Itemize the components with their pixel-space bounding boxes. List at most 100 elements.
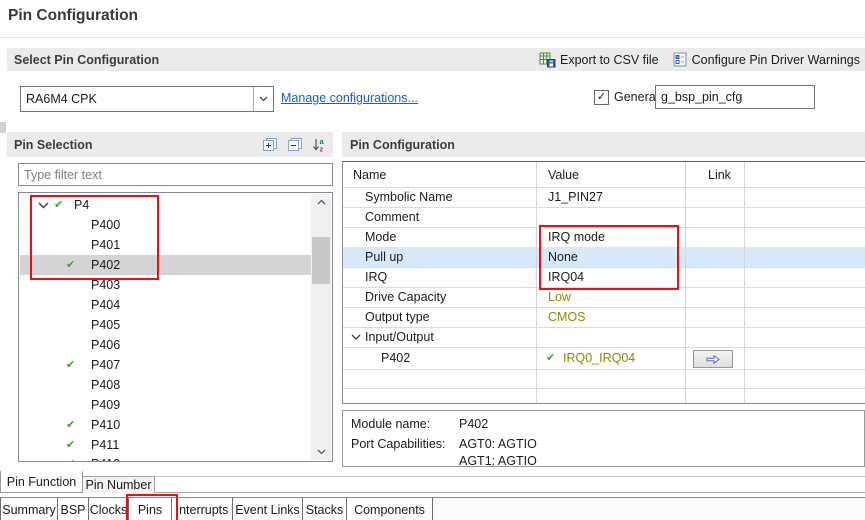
- tab-pins[interactable]: Pins: [129, 498, 172, 520]
- tree-item-p410[interactable]: ✔ P410: [20, 415, 311, 435]
- chevron-down-icon: [253, 87, 273, 111]
- tab-components[interactable]: Components: [347, 498, 433, 520]
- tree-item-label: P404: [91, 298, 120, 312]
- tab-stacks[interactable]: Stacks: [303, 498, 347, 520]
- check-icon: ✔: [66, 440, 91, 451]
- row-name: Output type: [365, 310, 430, 324]
- sort-az-icon: a z: [312, 137, 327, 152]
- property-row-input-output[interactable]: Input/Output: [343, 327, 865, 348]
- check-icon: ✔: [66, 459, 91, 463]
- tree-item-p408[interactable]: P408: [20, 375, 311, 395]
- export-csv-button[interactable]: Export to CSV file: [539, 52, 659, 68]
- row-name: Comment: [365, 210, 419, 224]
- collapse-all-button[interactable]: [287, 137, 303, 152]
- property-row-p402[interactable]: P402 ✔ IRQ0_IRQ04: [343, 347, 865, 370]
- tree-item-p412[interactable]: ✔ P412: [20, 454, 311, 462]
- check-icon: ✔: [546, 353, 559, 364]
- tree-item-label: P400: [91, 218, 120, 232]
- tree-item-p409[interactable]: P409: [20, 395, 311, 415]
- tab-label: BSP: [60, 503, 85, 517]
- expand-all-button[interactable]: [262, 137, 278, 152]
- tab-pin-function[interactable]: Pin Function: [0, 471, 83, 493]
- tree-item-p4[interactable]: ✔ P4: [20, 195, 311, 215]
- tab-label: Clocks: [90, 503, 128, 517]
- chevron-down-icon[interactable]: [38, 202, 49, 209]
- expand-all-icon: [262, 137, 278, 152]
- column-header-value[interactable]: Value: [548, 168, 579, 182]
- tab-interrupts[interactable]: Interrupts: [172, 498, 233, 520]
- tab-event-links[interactable]: Event Links: [233, 498, 303, 520]
- tab-label: Summary: [2, 503, 55, 517]
- row-name: Drive Capacity: [365, 290, 446, 304]
- tree-item-p403[interactable]: P403: [20, 275, 311, 295]
- row-value: IRQ mode: [548, 230, 605, 244]
- check-icon: ✔: [66, 360, 91, 371]
- tab-label: Event Links: [235, 503, 300, 517]
- link-button[interactable]: [693, 350, 733, 368]
- tree-item-p406[interactable]: P406: [20, 335, 311, 355]
- module-name-label: Module name:: [351, 417, 459, 431]
- tree-item-p401[interactable]: P401: [20, 235, 311, 255]
- tree-scrollbar[interactable]: [311, 194, 331, 460]
- property-row-output-type[interactable]: Output type CMOS: [343, 307, 865, 328]
- sort-az-button[interactable]: a z: [312, 137, 327, 152]
- tree-item-p405[interactable]: P405: [20, 315, 311, 335]
- column-header-name[interactable]: Name: [353, 168, 386, 182]
- tree-item-label: P403: [91, 278, 120, 292]
- scroll-down-icon[interactable]: [311, 444, 331, 460]
- tree-item-label: P401: [91, 238, 120, 252]
- configure-warnings-label: Configure Pin Driver Warnings: [692, 53, 860, 67]
- port-capability-value: AGT1: AGTIO: [459, 454, 537, 468]
- scroll-up-icon[interactable]: [311, 194, 331, 210]
- export-csv-label: Export to CSV file: [560, 53, 659, 67]
- select-pin-configuration-banner: Select Pin Configuration Export to CSV f…: [7, 48, 865, 71]
- row-name: Symbolic Name: [365, 190, 453, 204]
- property-row-mode[interactable]: Mode IRQ mode: [343, 227, 865, 248]
- column-divider: [685, 162, 686, 403]
- pin-tree: ✔ P4 P400 P401 ✔ P402 P403 P404 P405 P40…: [18, 192, 333, 462]
- row-value: None: [548, 250, 578, 264]
- pin-selection-banner: Pin Selection a z: [7, 132, 333, 157]
- export-csv-icon: [539, 52, 556, 68]
- tree-item-label: P409: [91, 398, 120, 412]
- tab-label: Pins: [138, 503, 162, 517]
- tree-item-p411[interactable]: ✔ P411: [20, 435, 311, 455]
- tree-item-p404[interactable]: P404: [20, 295, 311, 315]
- tab-label: Interrupts: [176, 503, 229, 517]
- column-divider: [744, 162, 745, 403]
- filter-input[interactable]: [18, 163, 333, 186]
- pin-configuration-header: Pin Configuration: [350, 138, 455, 152]
- generate-data-input[interactable]: [655, 85, 815, 109]
- tree-item-label: P408: [91, 378, 120, 392]
- tree-item-label: P4: [74, 198, 89, 212]
- pin-configuration-banner: Pin Configuration: [342, 132, 865, 157]
- property-row-pull-up[interactable]: Pull up None: [343, 247, 865, 268]
- column-header-link[interactable]: Link: [708, 168, 731, 182]
- configure-warnings-button[interactable]: Configure Pin Driver Warnings: [673, 52, 860, 67]
- scrollbar-thumb[interactable]: [312, 237, 330, 284]
- properties-table: Name Value Link Symbolic Name J1_PIN27 C…: [342, 161, 865, 404]
- tree-item-p400[interactable]: P400: [20, 215, 311, 235]
- tab-summary[interactable]: Summary: [0, 498, 58, 520]
- tab-bsp[interactable]: BSP: [58, 498, 89, 520]
- property-row-comment[interactable]: Comment: [343, 207, 865, 228]
- tab-clocks[interactable]: Clocks: [89, 498, 129, 520]
- tree-item-p402[interactable]: ✔ P402: [20, 255, 311, 275]
- tab-pin-number[interactable]: Pin Number: [82, 476, 155, 493]
- tab-strip-border: [155, 476, 865, 477]
- configuration-select[interactable]: RA6M4 CPK: [20, 86, 274, 112]
- tree-item-p407[interactable]: ✔ P407: [20, 355, 311, 375]
- row-value: Low: [548, 290, 571, 304]
- generate-data-checkbox[interactable]: ✓: [594, 90, 609, 105]
- svg-text:z: z: [320, 145, 324, 153]
- property-row-drive-capacity[interactable]: Drive Capacity Low: [343, 287, 865, 308]
- pin-configuration-view: Pin Configuration Select Pin Configurati…: [0, 0, 865, 520]
- column-divider: [536, 162, 537, 403]
- check-icon: ✔: [66, 260, 91, 271]
- property-row-irq[interactable]: IRQ IRQ04: [343, 267, 865, 288]
- manage-configurations-link[interactable]: Manage configurations...: [281, 91, 418, 105]
- title-separator: [0, 37, 865, 38]
- chevron-down-icon[interactable]: [351, 334, 361, 341]
- property-row-symbolic-name[interactable]: Symbolic Name J1_PIN27: [343, 187, 865, 208]
- row-value: J1_PIN27: [548, 190, 603, 204]
